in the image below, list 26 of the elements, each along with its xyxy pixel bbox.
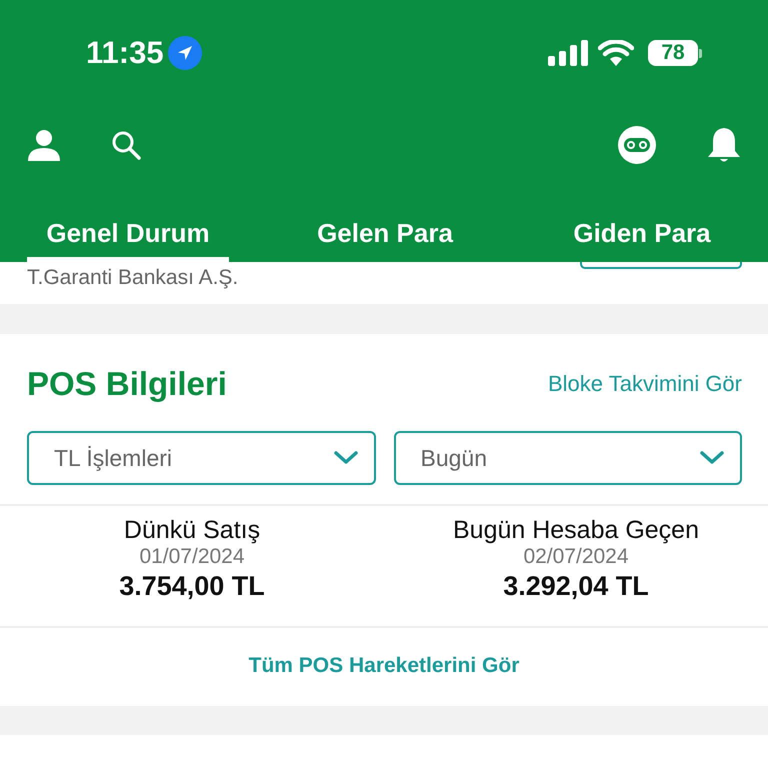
dropdown[interactable]: Bugün <box>394 431 742 485</box>
status-time: 11:35 <box>86 35 164 71</box>
tab[interactable]: Genel Durum <box>27 209 229 262</box>
wifi-icon <box>598 40 634 66</box>
summary-label: Bugün Hesaba Geçen <box>452 516 699 545</box>
bank-name: T.Garanti Bankası A.Ş. <box>27 266 238 290</box>
calendar-link[interactable]: Bloke Takvimini Gör <box>548 371 742 397</box>
summary-amount: 3.754,00 TL <box>119 571 265 602</box>
tab[interactable]: Gelen Para <box>284 209 486 262</box>
summary-label: Dünkü Satış <box>124 516 260 545</box>
section-title: POS Bilgileri <box>27 365 227 403</box>
chevron-down-icon <box>700 451 724 465</box>
chevron-down-icon <box>334 451 358 465</box>
search-icon[interactable] <box>111 130 141 160</box>
outlined-button[interactable] <box>580 262 742 269</box>
summary-amount: 3.292,04 TL <box>503 571 649 602</box>
robot-icon[interactable] <box>618 126 656 164</box>
dropdown[interactable]: TL İşlemleri <box>27 431 376 485</box>
tab[interactable]: Giden Para <box>541 209 743 262</box>
summary-date: 02/07/2024 <box>523 545 629 569</box>
battery-icon: 78 <box>648 40 698 66</box>
signal-icon <box>548 40 588 66</box>
person-icon[interactable] <box>27 129 61 161</box>
all-transactions-link[interactable]: Tüm POS Hareketlerini Gör <box>248 654 520 678</box>
bell-icon[interactable] <box>706 126 742 164</box>
summary-date: 01/07/2024 <box>139 545 245 569</box>
